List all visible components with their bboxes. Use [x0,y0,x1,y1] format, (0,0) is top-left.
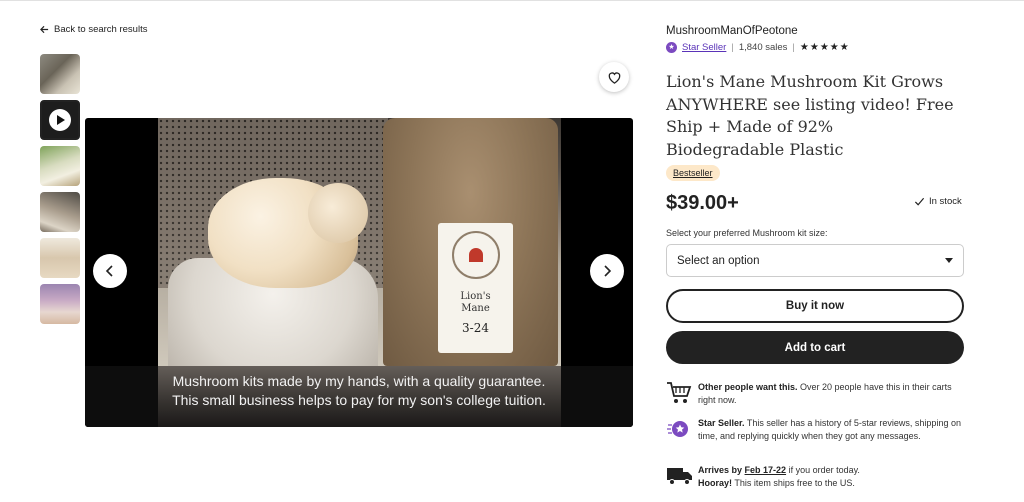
divider: | [792,42,795,53]
listing-title: Lion's Mane Mushroom Kit Grows ANYWHERE … [666,72,954,159]
highlight-star-seller: Star Seller. This seller has a history o… [666,417,964,446]
favorite-button[interactable] [599,62,629,92]
free-shipping-text: This item ships free to the US. [732,477,855,488]
thumbnail-1[interactable] [40,54,80,94]
lions-mane-mushroom-small [308,183,368,243]
main-media-video[interactable]: Lion's Mane 3-24 Mushroom kits made by m… [85,118,633,427]
bag-label-line-1: Lion's [460,291,491,302]
add-to-cart-button[interactable]: Add to cart [666,331,964,364]
chevron-left-icon [105,265,113,277]
shop-name-link[interactable]: MushroomManOfPeotone [666,25,798,37]
play-icon [49,109,71,131]
star-seller-badge-icon [666,42,677,53]
bag-label-line-2: Mane [461,303,490,314]
sales-count: 1,840 sales [738,42,788,53]
highlight-cart-text: Other people want this. Over 20 people h… [698,381,964,410]
thumbnail-5[interactable] [40,238,80,278]
buy-it-now-button[interactable]: Buy it now [666,289,964,323]
highlight-delivery: Arrives by Feb 17-22 if you order today.… [666,464,964,493]
size-select-value: Select an option [677,254,760,267]
chevron-right-icon [604,265,612,277]
delivery-date-link[interactable]: Feb 17-22 [745,465,787,475]
brand-seal-icon [451,231,500,279]
truck-icon [667,468,692,485]
thumbnail-video[interactable] [40,100,80,140]
bag-label-text: Lion's Mane [460,291,490,315]
caption-line-2: This small business helps to pay for my … [172,392,546,408]
arrives-suffix: if you order today. [786,465,860,475]
top-border [0,0,1024,1]
caret-down-icon [945,258,953,263]
cart-icon [667,382,692,403]
arrow-left-icon [40,25,49,34]
caption-line-1: Mushroom kits made by my hands, with a q… [172,373,546,389]
highlight-star-seller-text: Star Seller. This seller has a history o… [698,417,964,446]
bestseller-badge[interactable]: Bestseller [666,165,720,181]
highlight-delivery-text: Arrives by Feb 17-22 if you order today.… [698,464,860,493]
stock-label: In stock [929,196,962,207]
back-to-search-link[interactable]: Back to search results [40,24,147,35]
divider: | [731,42,734,53]
variation-label: Select your preferred Mushroom kit size: [666,228,828,238]
size-select[interactable]: Select an option [666,244,964,277]
next-image-button[interactable] [590,254,624,288]
price: $39.00+ [666,192,739,214]
thumbnail-4[interactable] [40,192,80,232]
rating-stars[interactable]: ★★★★★ [800,42,850,53]
thumbnail-6[interactable] [40,284,80,324]
video-caption: Mushroom kits made by my hands, with a q… [85,372,633,410]
heart-icon [608,71,620,84]
previous-image-button[interactable] [93,254,127,288]
thumbnail-3[interactable] [40,146,80,186]
checkmark-icon [914,197,925,206]
star-seller-icon [667,421,688,437]
arrives-prefix: Arrives by [698,465,745,475]
stock-status: In stock [914,196,962,207]
star-seller-link[interactable]: Star Seller [682,42,726,53]
bag-label-date: 3-24 [462,321,489,335]
highlight-cart-title: Other people want this. [698,382,798,392]
bag-label: Lion's Mane 3-24 [438,223,513,353]
highlight-cart-demand: Other people want this. Over 20 people h… [666,381,964,410]
hooray-label: Hooray! [698,477,733,488]
product-photo: Lion's Mane 3-24 [158,118,561,366]
seller-info-row: Star Seller | 1,840 sales | ★★★★★ [666,42,850,53]
thumbnail-strip [40,54,82,330]
back-link-label: Back to search results [54,24,148,35]
highlight-star-seller-title: Star Seller. [698,418,745,428]
